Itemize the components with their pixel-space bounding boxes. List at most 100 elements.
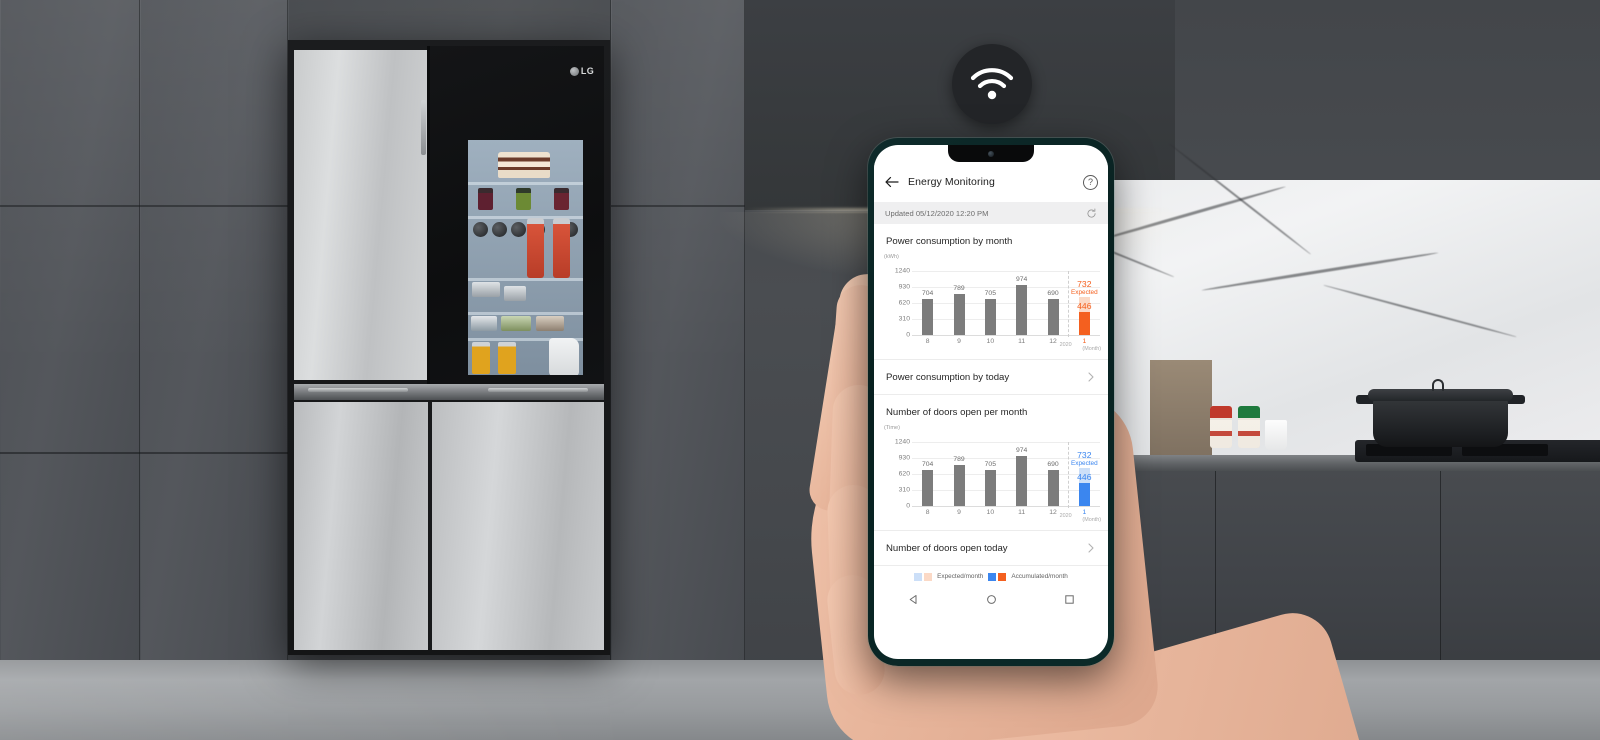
phone-notch	[948, 145, 1034, 162]
bar-value-label: 705	[984, 460, 996, 468]
x-axis-tick: 11	[1018, 509, 1026, 516]
question-mark-icon[interactable]: ?	[1083, 174, 1098, 190]
fridge-left-door	[294, 50, 428, 380]
bar-accumulated	[1047, 299, 1059, 335]
gridline	[912, 442, 1100, 443]
lg-logo-text: LG	[580, 66, 594, 76]
row-label: Number of doors open today	[886, 542, 1008, 554]
food-container	[536, 316, 564, 331]
bar-accumulated	[1016, 455, 1028, 506]
front-camera-icon	[988, 150, 994, 157]
legend-swatch-accumulated-blue	[988, 572, 997, 581]
x-axis-line	[912, 335, 1100, 336]
bar-value-label: 705	[984, 289, 996, 297]
lg-logo-mark	[569, 66, 579, 76]
y-axis-tick: 930	[898, 283, 910, 291]
y-axis-tick: 0	[906, 331, 910, 339]
section-title-power-month: Power consumption by month	[886, 236, 1013, 247]
x-axis-unit-label: (Month)	[1082, 517, 1101, 523]
bar-accumulated	[922, 298, 934, 335]
refresh-icon[interactable]	[1086, 208, 1097, 219]
y-axis-tick: 620	[898, 299, 910, 307]
bar-value-expected: 732	[1077, 279, 1092, 290]
preserve-jar	[554, 188, 569, 210]
row-doors-open-today[interactable]: Number of doors open today	[874, 530, 1108, 565]
bar-accumulated	[953, 294, 965, 335]
x-axis-tick: 9	[957, 338, 961, 345]
bar-accumulated	[1016, 284, 1028, 335]
y-axis-tick: 310	[898, 486, 910, 494]
food-container	[471, 316, 497, 331]
bar-accumulated	[984, 298, 996, 335]
fridge-mid-bar	[294, 384, 604, 400]
page-title: Energy Monitoring	[908, 176, 995, 188]
bar-value-label: 704	[921, 460, 934, 468]
android-back-icon[interactable]	[908, 594, 919, 605]
fridge-handle-bottom-left[interactable]	[308, 388, 408, 392]
y-axis-tick: 310	[898, 315, 910, 323]
bar-value-label: 690	[1047, 290, 1059, 298]
bar-caption-expected: Expected	[1071, 289, 1098, 297]
legend-accumulated: Accumulated/month	[988, 572, 1068, 581]
fridge-shelf	[468, 278, 583, 281]
bar-value-label: 789	[953, 285, 965, 293]
back-arrow-icon[interactable]	[884, 174, 900, 190]
bar-value-label: 690	[1047, 461, 1059, 469]
fridge-shelf	[468, 312, 583, 315]
fridge-handle-top[interactable]	[421, 100, 426, 155]
y-axis-unit-label: (kWh)	[884, 254, 899, 260]
food-container	[472, 282, 500, 297]
bar-value-label: 789	[953, 456, 965, 464]
wifi-icon	[970, 68, 1014, 100]
preserve-jar	[516, 188, 531, 210]
legend-expected: Expected/month	[914, 572, 983, 581]
cake-on-shelf	[498, 152, 550, 178]
x-axis-line	[912, 506, 1100, 507]
fridge-handle-bottom-right[interactable]	[488, 388, 588, 392]
x-axis-tick: 8	[925, 509, 930, 516]
milk-jug	[549, 338, 579, 375]
bar-caption-expected: Expected	[1071, 460, 1098, 468]
bar-value-label: 704	[921, 289, 934, 297]
android-home-icon[interactable]	[986, 594, 997, 605]
y-axis-tick: 620	[898, 470, 910, 478]
bar-accumulated	[922, 469, 934, 506]
x-axis-tick: 8	[925, 338, 930, 345]
android-nav-bar	[874, 587, 1108, 611]
legend-swatch-expected-orange	[924, 572, 933, 581]
preserve-jar	[478, 188, 493, 210]
lower-cabinet-seam	[1440, 471, 1441, 671]
canned-drink	[492, 222, 507, 237]
chevron-right-icon	[1088, 543, 1094, 553]
gridline	[912, 490, 1100, 491]
bar-value-label: 446	[1077, 471, 1092, 482]
gridline	[912, 319, 1100, 320]
legend-swatch-accumulated-orange	[998, 572, 1007, 581]
cabinet-column-4	[611, 0, 745, 668]
bar-accumulated	[953, 465, 965, 506]
row-power-consumption-today[interactable]: Power consumption by today	[874, 359, 1108, 394]
bar-accumulated-current	[1078, 311, 1090, 335]
bar-value-expected: 732	[1077, 450, 1092, 461]
pot-knob	[1432, 379, 1444, 391]
cabinet-seam-h3	[611, 205, 745, 207]
fridge-bottom-left-drawer[interactable]	[294, 402, 428, 650]
fridge-bottom-right-drawer[interactable]	[432, 402, 604, 650]
chart-number-of-doors-open-per-month: (Time) 1240 930 620 310 0 732 Expected 704 8 789 9 7…	[874, 422, 1108, 530]
bar-accumulated	[984, 469, 996, 506]
cooking-pot	[1373, 397, 1508, 447]
y-axis-tick: 1240	[894, 438, 910, 446]
bar-accumulated-current	[1078, 482, 1090, 506]
lg-instaview-refrigerator: LG	[288, 40, 610, 655]
orange-juice-bottle	[498, 342, 516, 374]
canned-drink	[473, 222, 488, 237]
android-recents-icon[interactable]	[1064, 594, 1075, 605]
wifi-connectivity-badge	[952, 44, 1032, 124]
cabinet-column-2	[140, 0, 288, 668]
bar-chart: (kWh) 1240 930 620 310 0 732 Expected 704 8 789 9 70…	[880, 254, 1102, 353]
bar-chart: (Time) 1240 930 620 310 0 732 Expected 704 8 789 9 7…	[880, 425, 1102, 524]
x-axis-year-marker: 2020	[1059, 342, 1072, 348]
juice-bottle	[553, 218, 570, 278]
y-axis-tick: 1240	[894, 267, 910, 275]
gridline	[912, 271, 1100, 272]
